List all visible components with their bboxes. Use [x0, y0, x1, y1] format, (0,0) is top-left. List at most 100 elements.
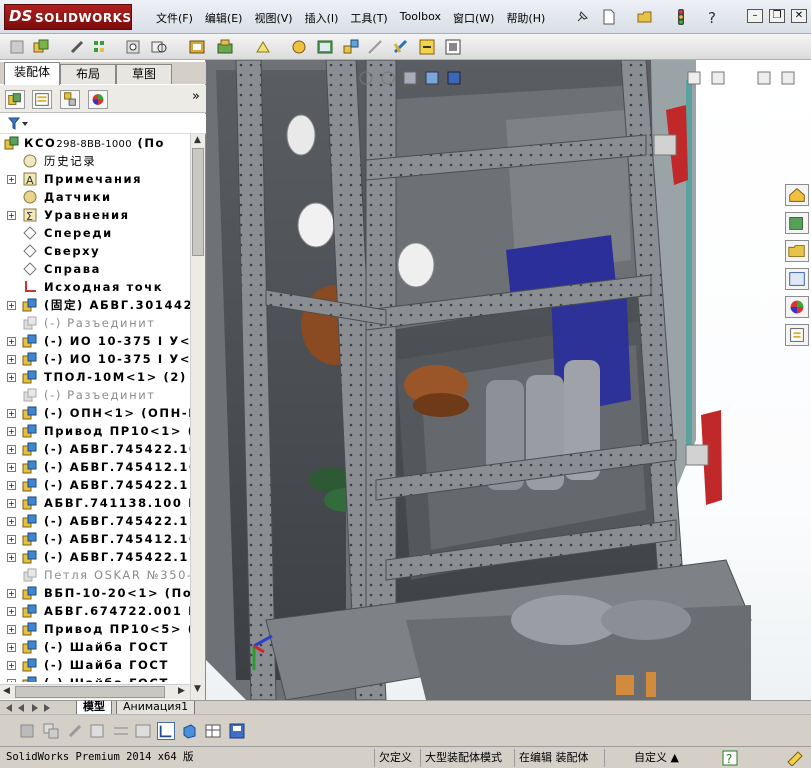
- reference-geometry-icon[interactable]: [254, 38, 272, 56]
- menu-insert[interactable]: 插入(I): [299, 9, 345, 27]
- tree-item[interactable]: 历史记录: [0, 152, 190, 170]
- tree-vertical-scrollbar[interactable]: ▲ ▼: [190, 134, 205, 744]
- help-icon[interactable]: ?: [703, 8, 721, 26]
- tree-item[interactable]: Датчики: [0, 188, 190, 206]
- tab-model[interactable]: 模型: [76, 701, 112, 715]
- table-icon[interactable]: [204, 722, 222, 740]
- expand-icon[interactable]: +: [7, 301, 16, 310]
- tree-item[interactable]: + Σ Уравнения: [0, 206, 190, 224]
- save-view-icon[interactable]: [228, 722, 246, 740]
- expand-icon[interactable]: +: [7, 211, 16, 220]
- tree-item[interactable]: + (-) ИО 10-375 I У<3>: [0, 350, 190, 368]
- explode-line-sketch-icon[interactable]: [366, 38, 384, 56]
- tree-item[interactable]: + (-) Шайба ГОСТ: [0, 656, 190, 674]
- menu-help[interactable]: 帮助(H): [500, 9, 551, 27]
- tree-item[interactable]: + (-) АБВГ.745412.100: [0, 458, 190, 476]
- units-status[interactable]: 自定义 ▲: [604, 749, 704, 767]
- tree-horizontal-scrollbar[interactable]: ◀ ▶: [0, 684, 190, 699]
- tree-hscroll-thumb[interactable]: [15, 686, 165, 698]
- expand-icon[interactable]: +: [7, 679, 16, 682]
- solidworks-logo[interactable]: DS SOLIDWORKS: [4, 4, 132, 30]
- assembly-features-icon[interactable]: [216, 38, 234, 56]
- rebuild-status-icon[interactable]: [786, 750, 804, 766]
- tree-item[interactable]: + (-) Шайба ГОСТ: [0, 638, 190, 656]
- menu-toolbox[interactable]: Toolbox: [394, 9, 447, 27]
- configuration-manager-icon[interactable]: [60, 90, 80, 109]
- filter-icon[interactable]: [8, 117, 30, 131]
- tree-item[interactable]: + Привод ПР10<5> (: [0, 620, 190, 638]
- tab-animation1[interactable]: Анимация1: [116, 701, 196, 715]
- menu-view[interactable]: 视图(V): [248, 9, 298, 27]
- expand-icon[interactable]: +: [7, 409, 16, 418]
- custom-properties-icon[interactable]: [785, 324, 809, 346]
- traffic-light-icon[interactable]: [672, 8, 690, 26]
- expand-icon[interactable]: +: [7, 463, 16, 472]
- tree-item[interactable]: + (-) ОПН<1> (ОПН-Р: [0, 404, 190, 422]
- interference-detection-icon[interactable]: [392, 38, 410, 56]
- tree-item[interactable]: + (-) АБВГ.745422.112: [0, 476, 190, 494]
- tab-scroll-arrows[interactable]: [4, 703, 64, 713]
- more-tabs-icon[interactable]: »: [192, 89, 200, 104]
- open-folder-icon[interactable]: [636, 8, 654, 26]
- edit-component-icon[interactable]: [8, 38, 26, 56]
- tree-item[interactable]: + (-) АБВГ.745412.101: [0, 530, 190, 548]
- clearance-verification-icon[interactable]: [418, 38, 436, 56]
- expand-icon[interactable]: +: [7, 499, 16, 508]
- tree-item[interactable]: + (固定) АБВГ.301442.0: [0, 296, 190, 314]
- view-palette-icon[interactable]: [785, 268, 809, 290]
- tree-item[interactable]: (-) Разъединит: [0, 386, 190, 404]
- expand-icon[interactable]: +: [7, 553, 16, 562]
- expand-icon[interactable]: +: [7, 373, 16, 382]
- new-motion-study-icon[interactable]: [290, 38, 308, 56]
- edit-part-icon[interactable]: [18, 722, 36, 740]
- insert-components-icon[interactable]: [32, 38, 50, 56]
- exploded-view-icon[interactable]: [342, 38, 360, 56]
- tree-item[interactable]: + (-) АБВГ.745422.108: [0, 440, 190, 458]
- scroll-left-icon[interactable]: ◀: [3, 686, 10, 696]
- tab-layout[interactable]: 布局: [60, 64, 116, 84]
- expand-icon[interactable]: +: [7, 607, 16, 616]
- tree-item[interactable]: Справа: [0, 260, 190, 278]
- show-hidden-icon[interactable]: [188, 38, 206, 56]
- instant3d-icon[interactable]: [444, 38, 462, 56]
- menu-file[interactable]: 文件(F): [150, 9, 199, 27]
- viewport-controls[interactable]: [686, 70, 806, 86]
- quick-help-icon[interactable]: ?: [722, 750, 738, 766]
- tree-item[interactable]: Исходная точк: [0, 278, 190, 296]
- tree-item[interactable]: Сверху: [0, 242, 190, 260]
- tree-item[interactable]: (-) Разъединит: [0, 314, 190, 332]
- rebuild-icon[interactable]: [66, 722, 84, 740]
- tree-item[interactable]: + АБВГ.674722.001 Бл: [0, 602, 190, 620]
- scroll-right-icon[interactable]: ▶: [178, 686, 185, 696]
- file-explorer-icon[interactable]: [785, 240, 809, 262]
- expand-icon[interactable]: +: [7, 535, 16, 544]
- tree-scroll-thumb[interactable]: [192, 148, 204, 256]
- bill-of-materials-icon[interactable]: [316, 38, 334, 56]
- graphics-area[interactable]: [206, 60, 811, 700]
- expand-icon[interactable]: +: [7, 337, 16, 346]
- expand-icon[interactable]: +: [7, 427, 16, 436]
- tree-item[interactable]: + (-) ИО 10-375 I У<1>: [0, 332, 190, 350]
- expand-icon[interactable]: +: [7, 589, 16, 598]
- scroll-up-icon[interactable]: ▲: [194, 135, 201, 145]
- pin-icon[interactable]: [573, 8, 591, 26]
- copy-icon[interactable]: [42, 722, 60, 740]
- expand-icon[interactable]: +: [7, 175, 16, 184]
- heads-up-view-toolbar[interactable]: [356, 68, 636, 88]
- display-style-icon[interactable]: [180, 722, 198, 740]
- linear-pattern-icon[interactable]: [92, 38, 110, 56]
- expand-icon[interactable]: +: [7, 517, 16, 526]
- restore-icon[interactable]: ❐: [769, 9, 785, 23]
- tree-item[interactable]: + (-) АБВГ.745422.110: [0, 548, 190, 566]
- tree-item[interactable]: Спереди: [0, 224, 190, 242]
- section-view-icon[interactable]: [134, 722, 152, 740]
- grid-icon[interactable]: [112, 722, 130, 740]
- expand-icon[interactable]: +: [7, 445, 16, 454]
- display-manager-icon[interactable]: [88, 90, 108, 109]
- new-document-icon[interactable]: [600, 8, 618, 26]
- tree-item[interactable]: + АБВГ.741138.100 Ши: [0, 494, 190, 512]
- tree-item[interactable]: + (-) Шайба ГОСТ: [0, 674, 190, 682]
- expand-icon[interactable]: +: [7, 643, 16, 652]
- mate-icon[interactable]: [68, 38, 86, 56]
- tree-root-assembly[interactable]: КСО298-8ВВ-1000 (По: [0, 134, 190, 152]
